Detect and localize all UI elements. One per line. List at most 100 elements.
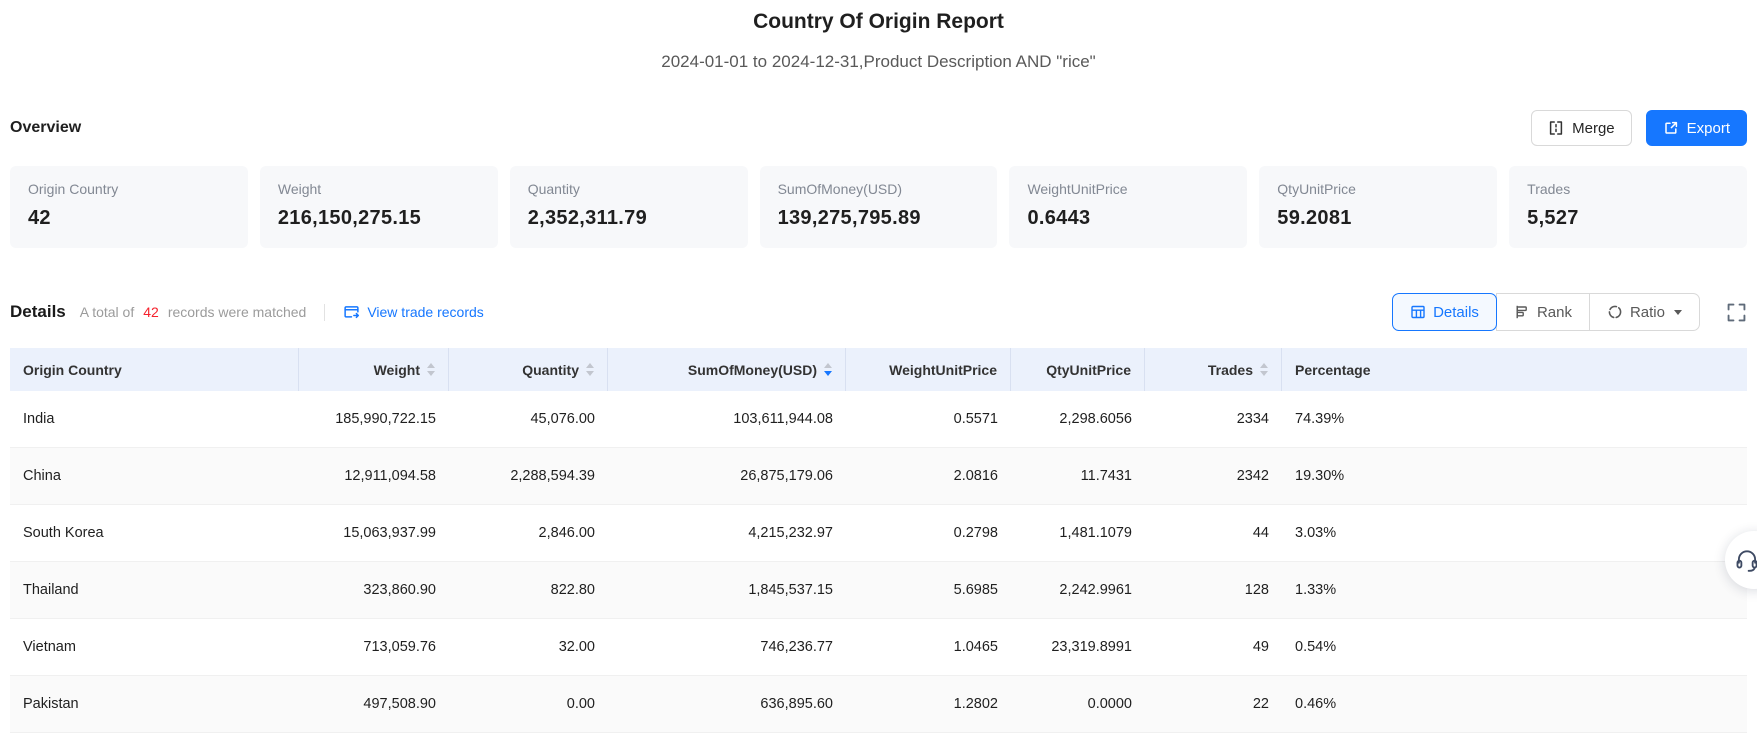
card-label: Quantity bbox=[527, 181, 580, 197]
column-header-label: Quantity bbox=[522, 361, 579, 378]
column-header-label: Weight bbox=[373, 361, 420, 378]
table-cell: 0.00 bbox=[566, 696, 595, 712]
table-cell: 1.2802 bbox=[953, 696, 998, 712]
table-cell: 32.00 bbox=[558, 639, 595, 655]
overview-cards: Origin Country 42 Weight 216,150,275.15 Quan… bbox=[10, 166, 1748, 248]
table-cell: 22 bbox=[1252, 696, 1269, 712]
table-row: Pakistan 497,508.90 0.00 636,895.60 1.2802 0.… bbox=[10, 676, 1747, 733]
table-cell: 185,990,722.15 bbox=[335, 411, 436, 427]
table-cell: 23,319.8991 bbox=[1051, 639, 1132, 655]
report-subtitle: 2024-01-01 to 2024-12-31,Product Descrip… bbox=[661, 52, 1096, 71]
table-cell: 1.33% bbox=[1295, 582, 1337, 598]
table-cell: 45,076.00 bbox=[530, 411, 595, 427]
view-trade-records-link[interactable]: View trade records bbox=[343, 304, 484, 321]
sort-icon[interactable] bbox=[824, 363, 832, 376]
card-label: WeightUnitPrice bbox=[1027, 181, 1128, 197]
overview-card-sumofmoney-usd: SumOfMoney(USD) 139,275,795.89 bbox=[759, 166, 998, 248]
table-cell: Vietnam bbox=[23, 639, 76, 655]
card-value: 216,150,275.15 bbox=[277, 207, 422, 229]
table-cell: 497,508.90 bbox=[363, 696, 436, 712]
tab-rank[interactable]: Rank bbox=[1495, 293, 1590, 331]
card-value: 2,352,311.79 bbox=[527, 207, 647, 229]
overview-heading: Overview bbox=[10, 119, 82, 136]
table-cell: 2,298.6056 bbox=[1059, 411, 1132, 427]
column-header-origin-country: Origin Country bbox=[10, 348, 299, 391]
sort-icon[interactable] bbox=[427, 363, 435, 376]
column-header-label: WeightUnitPrice bbox=[889, 361, 997, 378]
merge-cells-icon bbox=[1548, 120, 1564, 136]
sort-caret-down-icon bbox=[586, 370, 594, 376]
card-value: 59.2081 bbox=[1277, 207, 1352, 229]
table-cell: 15,063,937.99 bbox=[343, 525, 436, 541]
table-cell: China bbox=[23, 468, 61, 484]
merge-button[interactable]: Merge bbox=[1531, 110, 1632, 146]
table-cell: 2334 bbox=[1236, 411, 1269, 427]
tab-ratio[interactable]: Ratio bbox=[1588, 293, 1700, 331]
chevron-down-icon bbox=[1674, 309, 1682, 315]
matched-count: 42 bbox=[143, 304, 159, 320]
sort-caret-up-icon bbox=[427, 363, 435, 369]
sort-caret-up-icon bbox=[1260, 363, 1268, 369]
sort-icon[interactable] bbox=[1260, 363, 1268, 376]
headset-icon bbox=[1734, 547, 1757, 573]
table-cell: 49 bbox=[1252, 639, 1269, 655]
table-cell: 2,846.00 bbox=[538, 525, 595, 541]
card-label: Origin Country bbox=[28, 181, 119, 197]
column-header-weight[interactable]: Weight bbox=[299, 348, 449, 391]
sort-caret-down-icon bbox=[824, 370, 832, 376]
table-cell: 2,242.9961 bbox=[1059, 582, 1132, 598]
table-cell: India bbox=[23, 411, 55, 427]
table-cell: 0.5571 bbox=[953, 411, 998, 427]
column-header-quantity[interactable]: Quantity bbox=[449, 348, 608, 391]
trade-records-window-icon bbox=[343, 304, 360, 321]
table-cell: 74.39% bbox=[1295, 411, 1345, 427]
table-cell: 636,895.60 bbox=[760, 696, 833, 712]
table-header: Origin Country Weight Quantity SumOfMoney(U… bbox=[10, 348, 1747, 391]
fullscreen-icon[interactable] bbox=[1726, 302, 1747, 323]
overview-card-origin-country: Origin Country 42 bbox=[10, 166, 248, 248]
column-header-sumofmoney-usd[interactable]: SumOfMoney(USD) bbox=[608, 348, 846, 391]
report-page: Country Of Origin Report 2024-01-01 to 2… bbox=[0, 0, 1757, 733]
overview-card-qtyunitprice: QtyUnitPrice 59.2081 bbox=[1259, 166, 1498, 248]
table-cell: 746,236.77 bbox=[760, 639, 833, 655]
right-tools: Details Rank Ratio bbox=[1392, 293, 1747, 331]
table-cell: 3.03% bbox=[1295, 525, 1337, 541]
table-cell: 11.7431 bbox=[1080, 468, 1132, 484]
table-cell: 0.2798 bbox=[953, 525, 998, 541]
table-cell: 4,215,232.97 bbox=[748, 525, 833, 541]
overview-card-weightunitprice: WeightUnitPrice 0.6443 bbox=[1009, 166, 1248, 248]
table-cell: 0.54% bbox=[1295, 639, 1337, 655]
table-cell: 2342 bbox=[1236, 468, 1269, 484]
rank-icon bbox=[1514, 304, 1530, 320]
table-cell: 5.6985 bbox=[953, 582, 998, 598]
table-cell: 26,875,179.06 bbox=[740, 468, 833, 484]
details-table: Origin Country Weight Quantity SumOfMoney(U… bbox=[10, 348, 1747, 733]
column-header-label: Trades bbox=[1207, 361, 1253, 378]
table-cell: 12,911,094.58 bbox=[344, 468, 436, 484]
matched-prefix: A total of bbox=[79, 304, 135, 320]
page-title: Country Of Origin Report bbox=[753, 10, 1004, 33]
table-cell: 2,288,594.39 bbox=[510, 468, 595, 484]
table-cell: 0.0000 bbox=[1087, 696, 1132, 712]
overview-actions: Merge Export bbox=[1531, 110, 1747, 146]
sort-icon[interactable] bbox=[586, 363, 594, 376]
table-cell: Thailand bbox=[23, 582, 79, 598]
table-cell: 1,481.1079 bbox=[1059, 525, 1132, 541]
tab-ratio-label: Ratio bbox=[1629, 303, 1665, 321]
table-cell: 0.46% bbox=[1295, 696, 1337, 712]
card-label: SumOfMoney(USD) bbox=[777, 181, 903, 197]
details-bar: Details A total of 42 records were match… bbox=[10, 293, 1747, 331]
tab-details[interactable]: Details bbox=[1392, 293, 1497, 331]
column-header-trades[interactable]: Trades bbox=[1145, 348, 1282, 391]
column-header-label: QtyUnitPrice bbox=[1046, 361, 1131, 378]
ratio-pie-icon bbox=[1607, 304, 1623, 320]
card-value: 5,527 bbox=[1527, 207, 1579, 229]
column-header-label: SumOfMoney(USD) bbox=[687, 361, 817, 378]
column-header-percentage: Percentage bbox=[1282, 348, 1747, 391]
export-button[interactable]: Export bbox=[1645, 110, 1747, 146]
overview-card-weight: Weight 216,150,275.15 bbox=[259, 166, 498, 248]
matched-suffix: records were matched bbox=[167, 304, 307, 320]
table-row: South Korea 15,063,937.99 2,846.00 4,215,23… bbox=[10, 505, 1747, 562]
overview-card-quantity: Quantity 2,352,311.79 bbox=[509, 166, 748, 248]
table-icon bbox=[1410, 304, 1426, 320]
